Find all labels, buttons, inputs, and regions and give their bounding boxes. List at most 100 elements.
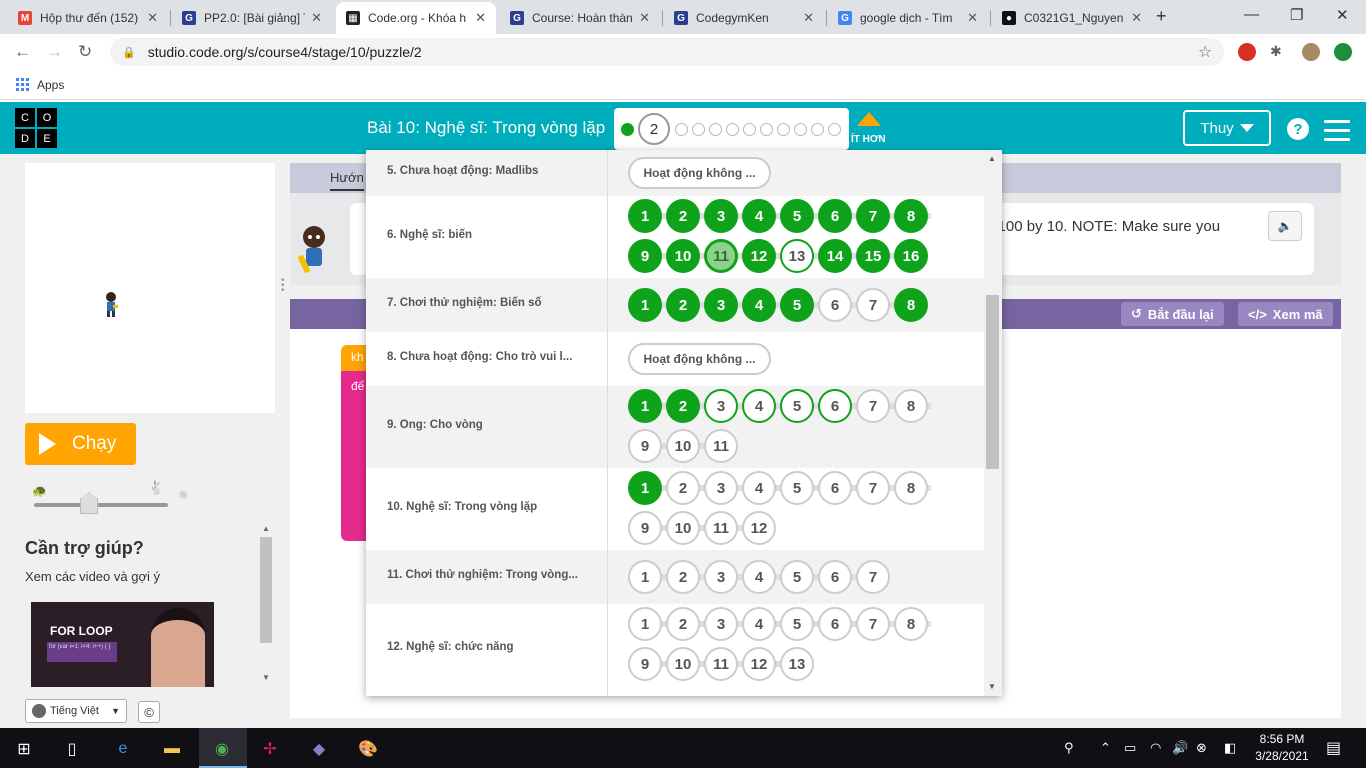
new-tab-button[interactable]: +	[1156, 6, 1167, 27]
resize-handle[interactable]: • • •	[281, 276, 285, 296]
puzzle-dot[interactable]	[726, 122, 739, 136]
puzzle-bubble[interactable]: 3	[704, 471, 738, 505]
scroll-down-icon[interactable]: ▼	[988, 682, 996, 691]
show-less-label[interactable]: ÍT HƠN	[851, 134, 886, 145]
puzzle-bubble[interactable]: 11	[704, 429, 738, 463]
puzzle-bubble[interactable]: 1	[628, 607, 662, 641]
minimize-icon[interactable]: —	[1244, 6, 1259, 23]
puzzle-bubble[interactable]: 15	[856, 239, 890, 273]
slack-icon[interactable]: ✢	[258, 737, 282, 761]
help-button[interactable]: ?	[1287, 118, 1309, 140]
notifications-icon[interactable]: ▤	[1326, 738, 1341, 758]
update-icon[interactable]	[1334, 43, 1352, 61]
puzzle-bubble[interactable]: 11	[704, 511, 738, 545]
edge-icon[interactable]: e	[111, 737, 135, 761]
input-icon[interactable]: ◧	[1224, 740, 1236, 756]
lesson-name[interactable]: 11. Chơi thử nghiệm: Trong vòng...	[387, 569, 578, 581]
puzzle-bubble[interactable]: 10	[666, 511, 700, 545]
puzzle-bubble[interactable]: 1	[628, 199, 662, 233]
puzzle-bubble[interactable]: 7	[856, 288, 890, 322]
puzzle-bubble[interactable]: 12	[742, 239, 776, 273]
puzzle-bubble[interactable]: 5	[780, 607, 814, 641]
puzzle-bubble[interactable]: 1	[628, 389, 662, 423]
puzzle-dot[interactable]	[621, 122, 634, 136]
puzzle-bubble[interactable]: 3	[704, 288, 738, 322]
puzzle-bubble[interactable]: 6	[818, 471, 852, 505]
text-to-speech-icon[interactable]: 🔈	[1268, 211, 1302, 241]
close-tab-icon[interactable]: ✕	[1131, 10, 1142, 26]
puzzle-bubble[interactable]: 9	[628, 239, 662, 273]
unplugged-activity-pill[interactable]: Hoạt động không ...	[628, 343, 771, 375]
puzzle-dot[interactable]	[760, 122, 773, 136]
puzzle-bubble[interactable]: 7	[856, 389, 890, 423]
scroll-up-icon[interactable]: ▲	[262, 524, 270, 533]
puzzle-bubble[interactable]: 9	[628, 647, 662, 681]
show-code-button[interactable]: </> Xem mã	[1238, 302, 1333, 326]
reload-icon[interactable]: ↻	[78, 42, 92, 62]
puzzle-bubble[interactable]: 2	[666, 389, 700, 423]
close-tab-icon[interactable]: ✕	[475, 10, 486, 26]
puzzle-dot[interactable]	[794, 122, 807, 136]
puzzle-bubble[interactable]: 10	[666, 647, 700, 681]
unplugged-activity-pill[interactable]: Hoạt động không ...	[628, 157, 771, 189]
puzzle-bubble[interactable]: 13	[780, 239, 814, 273]
task-view-icon[interactable]: ▯	[60, 737, 84, 761]
puzzle-bubble[interactable]: 5	[780, 199, 814, 233]
puzzle-dot[interactable]	[743, 122, 756, 136]
paint-icon[interactable]: 🎨	[356, 737, 380, 761]
puzzle-bubble[interactable]: 12	[742, 647, 776, 681]
puzzle-bubble[interactable]: 1	[628, 471, 662, 505]
extension-yab-icon[interactable]	[1238, 43, 1256, 61]
address-bar[interactable]: 🔒 studio.code.org/s/course4/stage/10/puz…	[110, 38, 1224, 66]
maximize-icon[interactable]: ❐	[1290, 6, 1303, 24]
copyright-button[interactable]: ©	[138, 701, 160, 723]
tab-instructions[interactable]: Hướn	[330, 170, 364, 191]
taskbar-clock[interactable]: 8:56 PM 3/28/2021	[1252, 731, 1312, 765]
puzzle-bubble[interactable]: 9	[628, 511, 662, 545]
windows-start-icon[interactable]: ⊞	[12, 737, 36, 761]
puzzle-bubble[interactable]: 2	[666, 607, 700, 641]
puzzle-bubble[interactable]: 7	[856, 199, 890, 233]
puzzle-bubble[interactable]: 6	[818, 199, 852, 233]
reset-button[interactable]: ↺ Bắt đầu lại	[1121, 302, 1224, 326]
close-window-icon[interactable]: ✕	[1336, 6, 1349, 24]
run-button[interactable]: Chạy	[25, 423, 136, 465]
lesson-title[interactable]: Bài 10: Nghệ sĩ: Trong vòng lặp	[367, 118, 605, 138]
puzzle-bubble[interactable]: 4	[742, 471, 776, 505]
file-explorer-icon[interactable]: ▬	[160, 737, 184, 761]
puzzle-bubble[interactable]: 6	[818, 607, 852, 641]
language-select[interactable]: Tiếng Việt ▼	[25, 699, 127, 723]
puzzle-bubble[interactable]: 5	[780, 288, 814, 322]
close-tab-icon[interactable]: ✕	[967, 10, 978, 26]
lesson-name[interactable]: 10. Nghệ sĩ: Trong vòng lặp	[387, 501, 537, 513]
lesson-name[interactable]: 8. Chưa hoạt động: Cho trò vui l...	[387, 351, 572, 363]
puzzle-bubble[interactable]: 7	[856, 471, 890, 505]
profile-avatar[interactable]	[1302, 43, 1320, 61]
browser-tab[interactable]: ● C0321G1_Nguyen ✕	[992, 2, 1152, 34]
puzzle-bubble[interactable]: 7	[856, 607, 890, 641]
puzzle-bubble[interactable]: 4	[742, 199, 776, 233]
puzzle-bubble[interactable]: 2	[666, 560, 700, 594]
battery-icon[interactable]: ▭	[1124, 740, 1136, 756]
puzzle-bubble[interactable]: 3	[704, 199, 738, 233]
close-tab-icon[interactable]: ✕	[147, 10, 158, 26]
puzzle-bubble[interactable]: 2	[666, 471, 700, 505]
wifi-icon[interactable]: ◠	[1150, 740, 1161, 756]
browser-tab[interactable]: G Course: Hoàn thàn ✕	[500, 2, 660, 34]
browser-tab[interactable]: Ggoogle dịch - Tìm ✕	[828, 2, 988, 34]
lesson-name[interactable]: 7. Chơi thử nghiệm: Biến số	[387, 297, 542, 309]
user-menu-button[interactable]: Thuy	[1183, 110, 1271, 146]
browser-tab[interactable]: G CodegymKen ✕	[664, 2, 824, 34]
puzzle-bubble[interactable]: 4	[742, 288, 776, 322]
current-puzzle-bubble[interactable]: 2	[638, 113, 670, 145]
puzzle-bubble[interactable]: 1	[628, 288, 662, 322]
scroll-down-icon[interactable]: ▼	[262, 673, 270, 682]
bookmark-star-icon[interactable]: ☆	[1198, 42, 1212, 62]
browser-tab[interactable]: ▦ Code.org - Khóa h ✕	[336, 2, 496, 34]
help-scrollbar[interactable]	[260, 537, 272, 643]
close-tab-icon[interactable]: ✕	[311, 10, 322, 26]
people-icon[interactable]: ⚲	[1064, 740, 1074, 756]
browser-tab[interactable]: G PP2.0: [Bài giảng] T ✕	[172, 2, 332, 34]
puzzle-dot[interactable]	[811, 122, 824, 136]
puzzle-dot[interactable]	[828, 122, 841, 136]
